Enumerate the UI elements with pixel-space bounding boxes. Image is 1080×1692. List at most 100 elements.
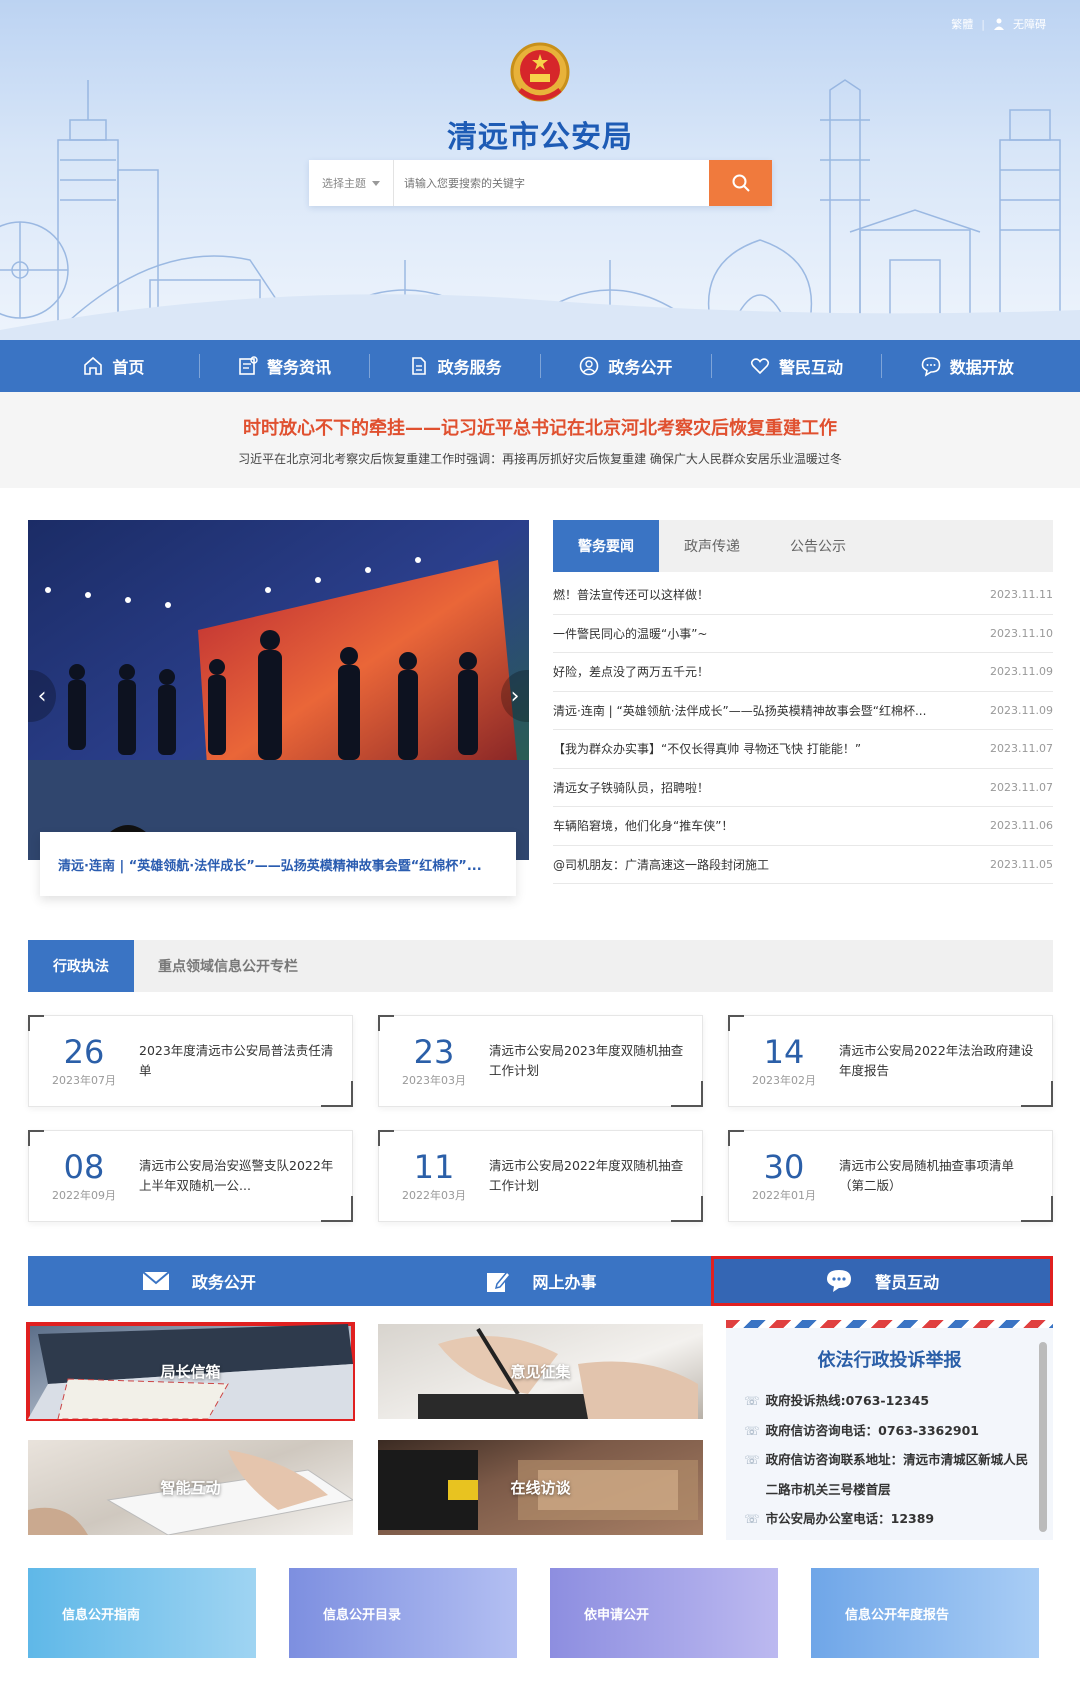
link-disclosure-on-request[interactable]: 依申请公开	[550, 1568, 778, 1658]
news-date: 2023.11.09	[990, 703, 1053, 717]
search-icon	[732, 174, 750, 192]
card-day: 14	[763, 1033, 805, 1071]
contact-text: 政府信访咨询电话：0763-3362901	[765, 1422, 980, 1438]
news-panel: 警务要闻 政声传递 公告公示 燃！普法宣传还可以这样做！ 2023.11.11 一…	[553, 520, 1053, 884]
news-title: 车辆陷窘境，他们化身“推车侠”！	[553, 819, 734, 834]
service-label: 警员互动	[875, 1273, 940, 1292]
list-item[interactable]: 一件警民同心的温暖“小事”~ 2023.11.10	[553, 615, 1053, 653]
scrollbar[interactable]	[1039, 1342, 1047, 1532]
tile-label: 局长信箱	[160, 1363, 221, 1381]
phone-icon: ☏	[744, 1393, 760, 1408]
card-day: 30	[763, 1148, 805, 1186]
admin-card[interactable]: 08 2022年09月 清远市公安局治安巡警支队2022年上半年双随机一公...	[28, 1130, 353, 1222]
home-icon	[84, 356, 103, 375]
user-circle-icon	[580, 356, 599, 376]
list-item[interactable]: 清远女子铁骑队员，招聘啦！ 2023.11.07	[553, 769, 1053, 807]
speech-bubble-icon	[827, 1270, 852, 1292]
chevron-left-icon: ‹	[37, 683, 47, 709]
list-item[interactable]: 清远·连南 | “英雄领航·法伴成长”——弘扬英模精神故事会暨“红棉杯... 20…	[553, 692, 1053, 730]
tile-director-mailbox[interactable]: 局长信箱	[26, 1322, 355, 1421]
card-year-month: 2022年03月	[402, 1189, 466, 1202]
bottom-link-label: 信息公开指南	[62, 1607, 141, 1623]
document-icon	[411, 357, 426, 375]
tile-smart-interaction[interactable]: 智能互动	[28, 1440, 353, 1535]
top-links: 繁體 | 无障碍	[951, 16, 1046, 32]
card-title: 清远市公安局2022年法治政府建设年度报告	[839, 1043, 1034, 1078]
news-date: 2023.11.07	[990, 742, 1053, 756]
card-date: 30 2022年01月	[729, 1149, 839, 1203]
tab-admin-enforcement[interactable]: 行政执法	[28, 940, 134, 992]
news-icon	[239, 356, 258, 375]
search-bar: 选择主题	[309, 160, 772, 206]
admin-card[interactable]: 11 2022年03月 清远市公安局2022年度双随机抽查工作计划	[378, 1130, 703, 1222]
link-disclosure-guide[interactable]: 信息公开指南	[28, 1568, 256, 1658]
topic-select-label: 选择主题	[322, 177, 366, 190]
tab-announcements[interactable]: 公告公示	[765, 520, 871, 572]
tab-police-news[interactable]: 警务要闻	[553, 520, 659, 572]
list-item[interactable]: 燃！普法宣传还可以这样做！ 2023.11.11	[553, 576, 1053, 615]
carousel-caption[interactable]: 清远·连南 | “英雄领航·法伴成长”——弘扬英模精神故事会暨“红棉杯”...	[40, 832, 516, 896]
nav-item-gov-disclosure[interactable]: 政务公开	[540, 340, 711, 392]
chevron-right-icon: ›	[510, 683, 520, 709]
news-date: 2023.11.09	[990, 665, 1053, 679]
card-year-month: 2023年02月	[752, 1074, 816, 1087]
tab-gov-voice[interactable]: 政声传递	[659, 520, 765, 572]
traditional-chinese-link[interactable]: 繁體	[951, 16, 973, 32]
nav-item-police-news[interactable]: 警务资讯	[198, 340, 370, 392]
nav-item-label: 政务服务	[437, 358, 502, 377]
news-date: 2023.11.10	[990, 626, 1053, 640]
tile-label: 智能互动	[160, 1479, 221, 1497]
news-title: 清远·连南 | “英雄领航·法伴成长”——弘扬英模精神故事会暨“红棉杯...	[553, 703, 927, 718]
nav-item-home[interactable]: 首页	[28, 340, 199, 392]
card-year-month: 2022年09月	[52, 1189, 116, 1202]
nav-item-open-data[interactable]: 数据开放	[881, 340, 1052, 392]
nav-item-label: 警民互动	[779, 358, 844, 377]
envelope-icon	[142, 1271, 170, 1290]
news-date: 2023.11.11	[990, 588, 1053, 602]
list-item: ☏ 政府信访咨询联系地址：清远市清城区新城人民二路市机关三号楼首层	[744, 1445, 1034, 1504]
search-button[interactable]	[709, 160, 772, 206]
admin-card[interactable]: 26 2023年07月 2023年度清远市公安局普法责任清单	[28, 1015, 353, 1107]
nav-item-label: 首页	[112, 358, 145, 377]
news-title: 一件警民同心的温暖“小事”~	[553, 626, 708, 641]
list-item[interactable]: @司机朋友：广清高速这一路段封闭施工 2023.11.05	[553, 846, 1053, 884]
card-date: 14 2023年02月	[729, 1034, 839, 1088]
link-disclosure-annual-report[interactable]: 信息公开年度报告	[811, 1568, 1039, 1658]
list-item[interactable]: 车辆陷窘境，他们化身“推车侠”！ 2023.11.06	[553, 807, 1053, 846]
tile-online-interview[interactable]: 在线访谈	[378, 1440, 703, 1535]
topic-select[interactable]: 选择主题	[309, 160, 394, 206]
service-gov-disclosure[interactable]: 政务公开	[28, 1256, 370, 1306]
admin-card[interactable]: 23 2023年03月 清远市公安局2023年度双随机抽查工作计划	[378, 1015, 703, 1107]
main-nav: 首页 警务资讯 政务服务 政务公开 警民互动 数据开放	[0, 340, 1080, 392]
service-online-affairs[interactable]: 网上办事	[370, 1256, 712, 1306]
service-police-interaction[interactable]: 警员互动	[711, 1256, 1054, 1306]
admin-card[interactable]: 30 2022年01月 清远市公安局随机抽查事项清单（第二版）	[728, 1130, 1053, 1222]
link-disclosure-catalog[interactable]: 信息公开目录	[289, 1568, 517, 1658]
list-item: ☏ 市公安局办公室电话：12389	[744, 1504, 1034, 1534]
headline-title[interactable]: 时时放心不下的牵挂——记习近平总书记在北京河北考察灾后恢复重建工作	[0, 414, 1080, 440]
photo-carousel[interactable]: ‹ ›	[28, 520, 529, 860]
admin-tabs: 行政执法 重点领域信息公开专栏	[28, 940, 1053, 992]
chat-icon	[921, 357, 940, 377]
nav-item-label: 警务资讯	[267, 358, 332, 377]
bottom-link-label: 信息公开年度报告	[845, 1607, 950, 1623]
list-item[interactable]: 【我为群众办实事】“不仅长得真帅 寻物还飞快 打能能！” 2023.11.07	[553, 730, 1053, 769]
search-input[interactable]	[394, 160, 709, 206]
admin-card[interactable]: 14 2023年02月 清远市公安局2022年法治政府建设年度报告	[728, 1015, 1053, 1107]
news-list: 燃！普法宣传还可以这样做！ 2023.11.11 一件警民同心的温暖“小事”~ 20…	[553, 576, 1053, 884]
phone-icon: ☏	[744, 1422, 760, 1438]
tab-key-area-disclosure[interactable]: 重点领域信息公开专栏	[134, 940, 322, 992]
nav-item-gov-services[interactable]: 政务服务	[369, 340, 540, 392]
tile-opinion-solicitation[interactable]: 意见征集	[378, 1324, 703, 1419]
complaint-title: 依法行政投诉举报	[817, 1350, 962, 1371]
bottom-link-label: 信息公开目录	[323, 1607, 402, 1623]
accessibility-link[interactable]: 无障碍	[1013, 16, 1046, 32]
news-date: 2023.11.07	[990, 780, 1053, 794]
contact-text: 市公安局办公室电话：12389	[765, 1511, 935, 1526]
list-item: ☏ 政府信访咨询电话：0763-3362901	[744, 1416, 1034, 1446]
service-bar: 政务公开 网上办事 警员互动	[28, 1256, 1054, 1306]
list-item[interactable]: 好险，差点没了两万五千元！ 2023.11.09	[553, 653, 1053, 692]
news-date: 2023.11.05	[990, 857, 1053, 871]
nav-item-interaction[interactable]: 警民互动	[710, 340, 882, 392]
card-day: 26	[63, 1033, 105, 1071]
